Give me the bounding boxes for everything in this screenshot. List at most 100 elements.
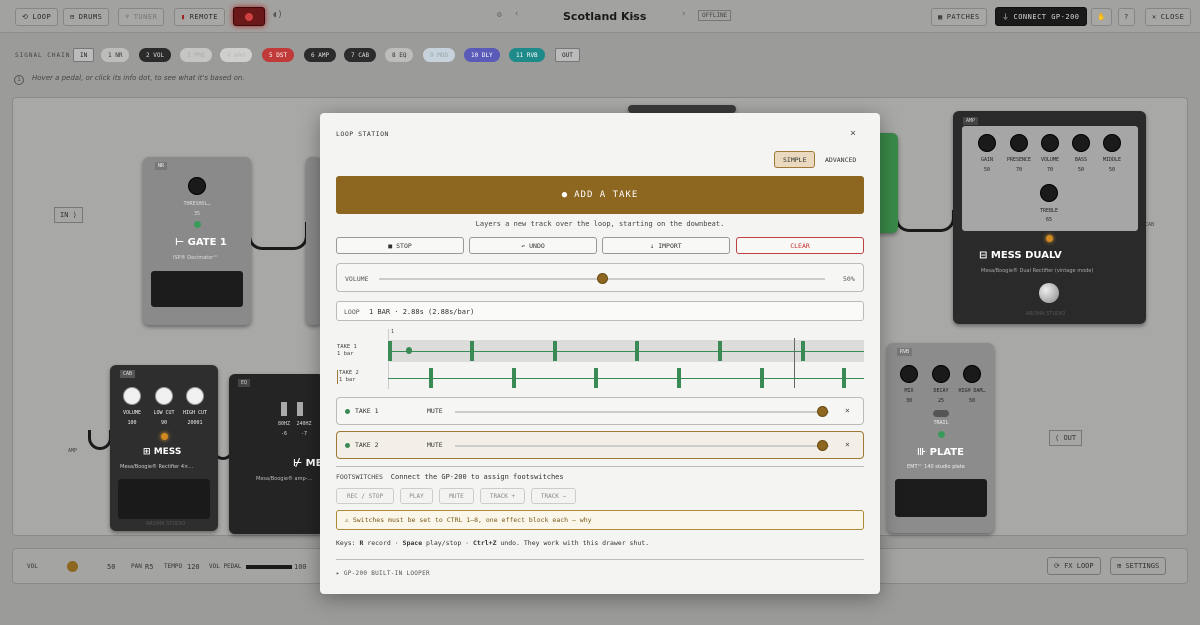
loop-timeline[interactable]: 1 TAKE 11 bar TAKE 21 bar [336,329,864,389]
keys-r-text: record · [363,539,403,547]
knob-value: 70 [1015,167,1023,173]
take2-mute-button[interactable]: MUTE [427,441,443,449]
fs-rec-stop[interactable]: REC / STOP [336,488,394,504]
amp-treble-value: 65 [1045,217,1053,223]
keys-space-text: play/stop · [422,539,473,547]
chain-block[interactable]: 4 WAH [220,48,253,62]
knob[interactable] [963,365,981,383]
chain-block[interactable]: 9 MOD [423,48,456,62]
fs-mute[interactable]: MUTE [439,488,474,504]
connect-button[interactable]: ⏚ CONNECT GP-200 [995,7,1087,26]
trail-toggle[interactable] [933,410,949,417]
advanced-tab[interactable]: ADVANCED [817,151,864,168]
knob[interactable] [155,387,173,405]
fs-track-plus[interactable]: TRACK + [480,488,525,504]
knob[interactable] [1041,134,1059,152]
gate-sub: ISP® Decimator™ [173,255,219,261]
take1-level-track[interactable] [455,411,829,413]
knob[interactable] [978,134,996,152]
chain-out[interactable]: OUT [555,48,580,62]
take1-lane[interactable] [388,338,864,388]
settings-button[interactable]: ⊞ SETTINGS [1110,557,1167,575]
footswitch-warning[interactable]: ⚠ Switches must be set to CTRL 1–8, one … [336,510,864,530]
take2-lane-label: TAKE 21 bar [337,370,359,384]
volpedal-slider[interactable] [246,565,292,569]
knob[interactable] [123,387,141,405]
plate-footswitch[interactable] [895,479,987,517]
eq-pedal[interactable]: EQ 80HZ 240HZ -6 -7 ⊬ ME Mesa/Boogie® am… [229,374,324,534]
volume-thumb[interactable] [597,273,608,284]
record-button[interactable] [233,7,265,26]
dialog-close-icon[interactable]: × [850,128,856,139]
chain-block[interactable]: 11 RVB [509,48,545,62]
eq-slider-1[interactable] [281,402,287,416]
dst-pedal[interactable] [628,105,736,113]
fs-play[interactable]: PLAY [400,488,433,504]
take2-level-track[interactable] [455,445,829,447]
loop-label: LOOP [32,13,52,21]
chain-block[interactable]: 6 AMP [304,48,337,62]
gate-threshold-knob[interactable] [188,177,206,195]
take1-remove-icon[interactable]: × [845,406,850,415]
prev-patch-icon[interactable]: ‹ [514,9,519,19]
patches-button[interactable]: ▦ PATCHES [931,8,987,26]
chain-block[interactable]: 7 CAB [344,48,377,62]
gate-led [194,221,201,228]
amp-treble-knob[interactable] [1040,184,1058,202]
track-row[interactable]: TAKE 1 MUTE × [336,397,864,425]
board-out-jack[interactable]: ⟨ OUT [1049,430,1083,446]
vol-knob[interactable] [67,561,78,572]
fs-track-minus[interactable]: TRACK − [531,488,576,504]
tuner-button[interactable]: ♆ TUNER [118,8,165,26]
next-patch-icon[interactable]: › [681,9,686,19]
chain-block[interactable]: 1 NR [101,48,130,62]
simple-tab[interactable]: SIMPLE [774,151,816,168]
knob[interactable] [932,365,950,383]
track-row[interactable]: TAKE 2 MUTE × [336,431,864,459]
fx-loop-button[interactable]: ⟳ FX LOOP [1047,557,1101,575]
take1-mute-button[interactable]: MUTE [427,407,443,415]
knob[interactable] [1010,134,1028,152]
stop-button[interactable]: ■ STOP [336,237,464,254]
cab-footswitch[interactable] [118,479,210,519]
builtin-looper-toggle[interactable]: ▸ GP-200 BUILT-IN LOOPER [336,570,430,577]
take1-level-thumb[interactable] [816,406,828,417]
board-in-jack[interactable]: IN ⟩ [54,207,83,223]
take2-level-thumb[interactable] [816,440,828,451]
add-take-button[interactable]: ● ADD A TAKE [336,176,864,214]
take2-remove-icon[interactable]: × [845,440,850,449]
amp-footswitch[interactable] [1039,283,1059,303]
chain-block[interactable]: 10 DLY [464,48,500,62]
close-button[interactable]: ✕ CLOSE [1145,8,1192,26]
help-button[interactable]: ? [1118,8,1135,26]
signal-chain: SIGNAL CHAIN IN 1 NR 2 VOL 3 PRE 4 WAH 5 DST… [0,44,1200,66]
knob[interactable] [900,365,918,383]
undo-history-button[interactable]: ✋ [1091,8,1113,26]
gate-footswitch[interactable] [151,271,243,307]
footswitches-heading: FOOTSWITCHES Connect the GP-200 to assig… [336,473,564,481]
gate-pedal[interactable]: NR THRESHOL… 35 ⊢ GATE 1 ISP® Decimator™ [143,157,251,325]
amp-pedal[interactable]: AMP GAIN 50 PRESENCE 70 VOLUME 70 BASS 50 MIDDLE… [953,111,1146,324]
remote-button[interactable]: ▮ REMOTE [174,8,226,26]
chain-in[interactable]: IN [73,48,95,62]
drums-button[interactable]: ⊟ DRUMS [63,8,110,26]
loop-button[interactable]: ⟲ LOOP [15,8,59,26]
eq-slider-2[interactable] [297,402,303,416]
knob[interactable] [1103,134,1121,152]
cab-pedal[interactable]: CAB VOLUME 100 LOW CUT 90 HIGH CUT 20001 ⊞ ME… [110,365,218,531]
knob-value: 25 [937,398,945,404]
chain-block[interactable]: 3 PRE [180,48,213,62]
patch-dropdown-icon[interactable]: ⌄ [631,10,636,19]
chain-block[interactable]: 5 DST [262,48,295,62]
knob[interactable] [1072,134,1090,152]
take2-lane[interactable] [388,367,864,389]
chain-block[interactable]: 2 VOL [139,48,172,62]
knob[interactable] [186,387,204,405]
chain-block[interactable]: 8 EQ [385,48,414,62]
speaker-icon[interactable]: ◖) [272,10,283,20]
plate-pedal[interactable]: RVB MIX 30 DECAY 25 HIGH DAM… 50 TRAIL ⊪ PLAT… [887,343,994,533]
patch-settings-icon[interactable]: ⚙ [497,10,502,19]
undo-button[interactable]: ↶ UNDO [469,237,597,254]
clear-button[interactable]: CLEAR [736,237,864,254]
import-button[interactable]: ↓ IMPORT [602,237,730,254]
